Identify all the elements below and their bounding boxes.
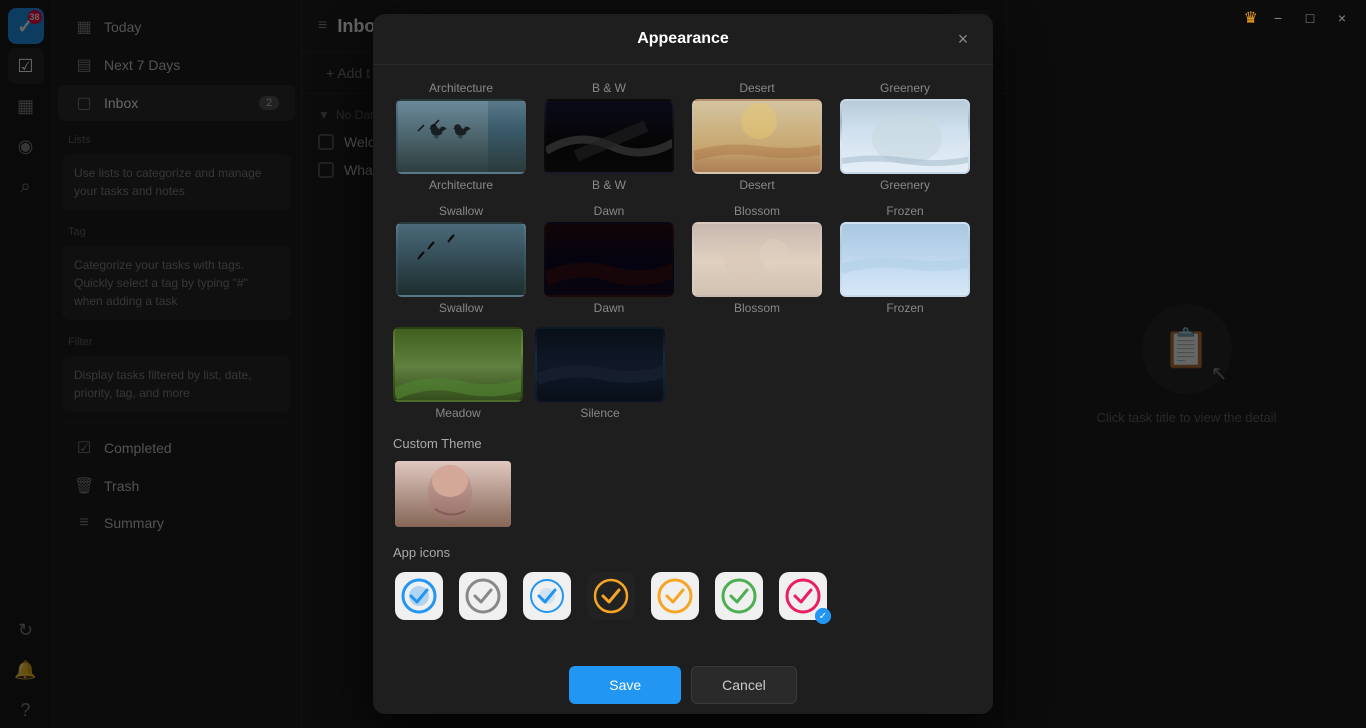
theme-grid-row1: PRO [393,99,973,174]
theme-greenery[interactable] [837,99,973,174]
theme-thumb-blossom[interactable] [692,222,822,297]
theme-grid-row2: PRO [393,222,973,297]
orange-check-svg [651,572,699,620]
theme-grid-row3: PRO [393,327,973,402]
blue-outline-check-svg [523,572,571,620]
greenery-svg [842,101,970,174]
custom-theme-thumb[interactable] [393,459,513,529]
theme-swallow-label: Architecture [393,178,529,192]
theme-thumb-greenery[interactable] [840,99,970,174]
blossom-bottom-name: Blossom [689,301,825,315]
swallow-svg [398,224,526,297]
app-icons-label: App icons [393,545,973,560]
save-button[interactable]: Save [569,666,681,704]
theme-labels-row2: Swallow Dawn Blossom Frozen [393,204,973,218]
custom-theme-image [395,461,511,527]
custom-theme-label: Custom Theme [393,436,973,451]
frozen-svg [842,224,970,297]
theme-dawn[interactable]: PRO [541,222,677,297]
theme-dawn-label: B & W [541,178,677,192]
maximize-button[interactable]: □ [1298,6,1322,30]
gray-check-svg [459,572,507,620]
dialog-overlay[interactable]: Appearance × Architecture B & W Desert G… [0,0,1366,728]
theme-frozen[interactable] [837,222,973,297]
frozen-name: Frozen [837,204,973,218]
desert-svg [694,101,822,174]
theme-bw[interactable]: PRO [541,99,677,174]
bw-svg [546,101,674,174]
theme-desert-label: Desert [689,81,825,95]
meadow-bottom-label: Meadow [393,406,523,420]
blue-check-svg [395,572,443,620]
theme-swallow[interactable]: PRO [393,222,529,297]
app-icon-gray[interactable] [457,570,509,622]
app-icon-pink-selected[interactable]: ✓ [777,570,829,622]
theme-thumb-architecture[interactable]: PRO [396,99,526,174]
theme-blossom[interactable] [689,222,825,297]
theme-architecture[interactable]: PRO [393,99,529,174]
appearance-dialog: Appearance × Architecture B & W Desert G… [373,14,993,714]
cancel-button[interactable]: Cancel [691,666,797,704]
theme-labels-row1-bottom: Architecture B & W Desert Greenery [393,178,973,192]
custom-face-svg [395,461,511,527]
blossom-svg [694,224,822,297]
theme-greenery-label: Greenery [837,81,973,95]
theme-labels-row2-bottom: Swallow Dawn Blossom Frozen [393,301,973,315]
dawn-name: Dawn [541,204,677,218]
theme-thumb-dawn[interactable]: PRO [544,222,674,297]
dark-orange-check-svg [587,572,635,620]
dawn-svg [546,224,674,297]
meadow-svg [395,329,523,402]
dialog-close-button[interactable]: × [949,25,977,53]
minimize-button[interactable]: − [1266,6,1290,30]
dialog-title: Appearance [637,30,729,48]
theme-labels-row1: Architecture B & W Desert Greenery [393,81,973,95]
theme-thumb-bw[interactable]: PRO [544,99,674,174]
theme-frozen-label: Greenery [837,178,973,192]
custom-theme-row [393,459,973,529]
app-icons-section: App icons [393,545,973,622]
swallow-bottom-name: Swallow [393,301,529,315]
theme-thumb-frozen[interactable] [840,222,970,297]
theme-thumb-meadow[interactable]: PRO [393,327,523,402]
row3-labels: Meadow Silence [393,406,973,420]
dawn-bottom-name: Dawn [541,301,677,315]
theme-desert[interactable] [689,99,825,174]
theme-silence[interactable]: PRO [535,327,665,402]
theme-meadow[interactable]: PRO [393,327,523,402]
silence-svg [537,329,665,402]
close-button[interactable]: × [1330,6,1354,30]
blossom-name: Blossom [689,204,825,218]
dialog-footer: Save Cancel [373,654,993,714]
pink-check-svg [779,572,827,620]
app-icon-orange[interactable] [649,570,701,622]
dialog-header: Appearance × [373,14,993,65]
theme-blossom-label: Desert [689,178,825,192]
app-icon-blue-outline[interactable] [521,570,573,622]
app-icon-blue[interactable] [393,570,445,622]
architecture-svg [398,101,488,174]
theme-thumb-silence[interactable]: PRO [535,327,665,402]
crown-icon: ♛ [1244,8,1258,28]
frozen-bottom-name: Frozen [837,301,973,315]
green-check-svg [715,572,763,620]
app-icon-green[interactable] [713,570,765,622]
theme-arch-label: Architecture [393,81,529,95]
theme-thumb-desert[interactable] [692,99,822,174]
dialog-body: Architecture B & W Desert Greenery PRO [373,65,993,654]
silence-bottom-label: Silence [535,406,665,420]
theme-thumb-swallow[interactable]: PRO [396,222,526,297]
app-icons-row: ✓ [393,570,973,622]
selected-badge: ✓ [815,608,831,624]
swallow-name: Swallow [393,204,529,218]
titlebar: ♛ − □ × [1232,0,1366,36]
app-icon-dark-orange[interactable] [585,570,637,622]
theme-bw-label: B & W [541,81,677,95]
